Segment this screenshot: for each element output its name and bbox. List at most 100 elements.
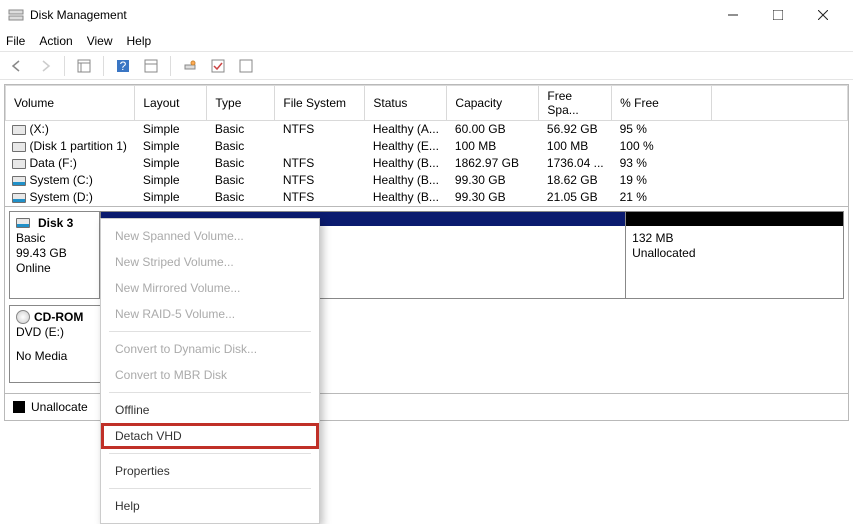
- legend-unallocated: Unallocate: [31, 400, 88, 414]
- cell-type: Basic: [207, 189, 275, 206]
- cell-free: 100 MB: [539, 138, 612, 155]
- menu-action[interactable]: Action: [39, 34, 72, 48]
- disk3-label: Disk 3 Basic 99.43 GB Online: [10, 212, 100, 298]
- cell-volume: System (D:): [30, 190, 93, 204]
- cell-layout: Simple: [135, 155, 207, 172]
- cell-type: Basic: [207, 155, 275, 172]
- cell-type: Basic: [207, 172, 275, 189]
- ctx-new-spanned[interactable]: New Spanned Volume...: [101, 223, 319, 249]
- drive-icon: [12, 193, 26, 203]
- window-title: Disk Management: [30, 8, 710, 22]
- ctx-new-mirrored[interactable]: New Mirrored Volume...: [101, 275, 319, 301]
- cell-fs: NTFS: [275, 189, 365, 206]
- minimize-button[interactable]: [710, 0, 755, 30]
- table-header-row: Volume Layout Type File System Status Ca…: [6, 86, 848, 121]
- disk3-status: Online: [16, 261, 93, 275]
- drive-icon: [12, 176, 26, 186]
- toolbar: ?: [0, 52, 853, 80]
- col-layout[interactable]: Layout: [135, 86, 207, 121]
- cell-free: 18.62 GB: [539, 172, 612, 189]
- cell-capacity: 99.30 GB: [447, 189, 539, 206]
- cell-pct: 100 %: [612, 138, 712, 155]
- ctx-convert-mbr[interactable]: Convert to MBR Disk: [101, 362, 319, 388]
- toolbar-button-5[interactable]: [235, 55, 257, 77]
- cell-capacity: 1862.97 GB: [447, 155, 539, 172]
- cell-status: Healthy (A...: [365, 121, 447, 138]
- cell-fs: [275, 138, 365, 155]
- cell-free: 56.92 GB: [539, 121, 612, 138]
- menu-help[interactable]: Help: [127, 34, 152, 48]
- cdrom-letter: DVD (E:): [16, 325, 97, 339]
- col-pct[interactable]: % Free: [612, 86, 712, 121]
- cell-layout: Simple: [135, 121, 207, 138]
- cell-pct: 19 %: [612, 172, 712, 189]
- cell-status: Healthy (B...: [365, 172, 447, 189]
- cell-volume: (X:): [30, 122, 49, 136]
- help-button[interactable]: ?: [112, 55, 134, 77]
- cell-status: Healthy (E...: [365, 138, 447, 155]
- col-spacer: [712, 86, 848, 121]
- maximize-button[interactable]: [755, 0, 800, 30]
- menubar: File Action View Help: [0, 30, 853, 52]
- disk3-name: Disk 3: [38, 216, 73, 230]
- col-capacity[interactable]: Capacity: [447, 86, 539, 121]
- disk-row-cdrom[interactable]: CD-ROM DVD (E:) No Media: [9, 305, 103, 383]
- cell-free: 21.05 GB: [539, 189, 612, 206]
- cell-capacity: 60.00 GB: [447, 121, 539, 138]
- cell-fs: NTFS: [275, 155, 365, 172]
- disk3-size: 99.43 GB: [16, 246, 93, 260]
- cell-type: Basic: [207, 138, 275, 155]
- titlebar: Disk Management: [0, 0, 853, 30]
- cdrom-icon: [16, 310, 30, 324]
- toolbar-button-3[interactable]: [179, 55, 201, 77]
- back-button[interactable]: [6, 55, 28, 77]
- close-button[interactable]: [800, 0, 845, 30]
- cell-layout: Simple: [135, 172, 207, 189]
- ctx-new-striped[interactable]: New Striped Volume...: [101, 249, 319, 275]
- col-status[interactable]: Status: [365, 86, 447, 121]
- cell-capacity: 99.30 GB: [447, 172, 539, 189]
- partition-unallocated[interactable]: 132 MB Unallocated: [625, 212, 843, 298]
- ctx-offline[interactable]: Offline: [101, 397, 319, 423]
- cdrom-label: CD-ROM DVD (E:) No Media: [10, 306, 103, 382]
- cell-status: Healthy (B...: [365, 189, 447, 206]
- ctx-new-raid5[interactable]: New RAID-5 Volume...: [101, 301, 319, 327]
- cell-layout: Simple: [135, 189, 207, 206]
- table-row[interactable]: (X:) SimpleBasicNTFSHealthy (A...60.00 GB…: [6, 121, 848, 138]
- col-type[interactable]: Type: [207, 86, 275, 121]
- drive-icon: [12, 142, 26, 152]
- table-row[interactable]: (Disk 1 partition 1)SimpleBasicHealthy (…: [6, 138, 848, 155]
- ctx-help[interactable]: Help: [101, 493, 319, 519]
- cell-capacity: 100 MB: [447, 138, 539, 155]
- ctx-detach-vhd[interactable]: Detach VHD: [101, 423, 319, 449]
- cell-pct: 93 %: [612, 155, 712, 172]
- toolbar-button-1[interactable]: [73, 55, 95, 77]
- table-row[interactable]: System (C:)SimpleBasicNTFSHealthy (B...9…: [6, 172, 848, 189]
- toolbar-button-4[interactable]: [207, 55, 229, 77]
- menu-view[interactable]: View: [87, 34, 113, 48]
- col-volume[interactable]: Volume: [6, 86, 135, 121]
- app-icon: [8, 7, 24, 23]
- menu-file[interactable]: File: [6, 34, 25, 48]
- cell-fs: NTFS: [275, 121, 365, 138]
- table-row[interactable]: Data (F:)SimpleBasicNTFSHealthy (B...186…: [6, 155, 848, 172]
- cell-fs: NTFS: [275, 172, 365, 189]
- col-fs[interactable]: File System: [275, 86, 365, 121]
- table-row[interactable]: System (D:) SimpleBasicNTFSHealthy (B...9…: [6, 189, 848, 206]
- cell-status: Healthy (B...: [365, 155, 447, 172]
- ctx-properties[interactable]: Properties: [101, 458, 319, 484]
- disk-icon: [16, 218, 30, 228]
- ctx-convert-dynamic[interactable]: Convert to Dynamic Disk...: [101, 336, 319, 362]
- cell-pct: 95 %: [612, 121, 712, 138]
- legend-square-icon: [13, 401, 25, 413]
- unalloc-size: 132 MB: [632, 231, 837, 245]
- col-free[interactable]: Free Spa...: [539, 86, 612, 121]
- cdrom-status: No Media: [16, 349, 97, 363]
- context-menu: New Spanned Volume... New Striped Volume…: [100, 218, 320, 524]
- forward-button[interactable]: [34, 55, 56, 77]
- drive-icon: [12, 125, 26, 135]
- cell-type: Basic: [207, 121, 275, 138]
- drive-icon: [12, 159, 26, 169]
- toolbar-button-2[interactable]: [140, 55, 162, 77]
- cell-pct: 21 %: [612, 189, 712, 206]
